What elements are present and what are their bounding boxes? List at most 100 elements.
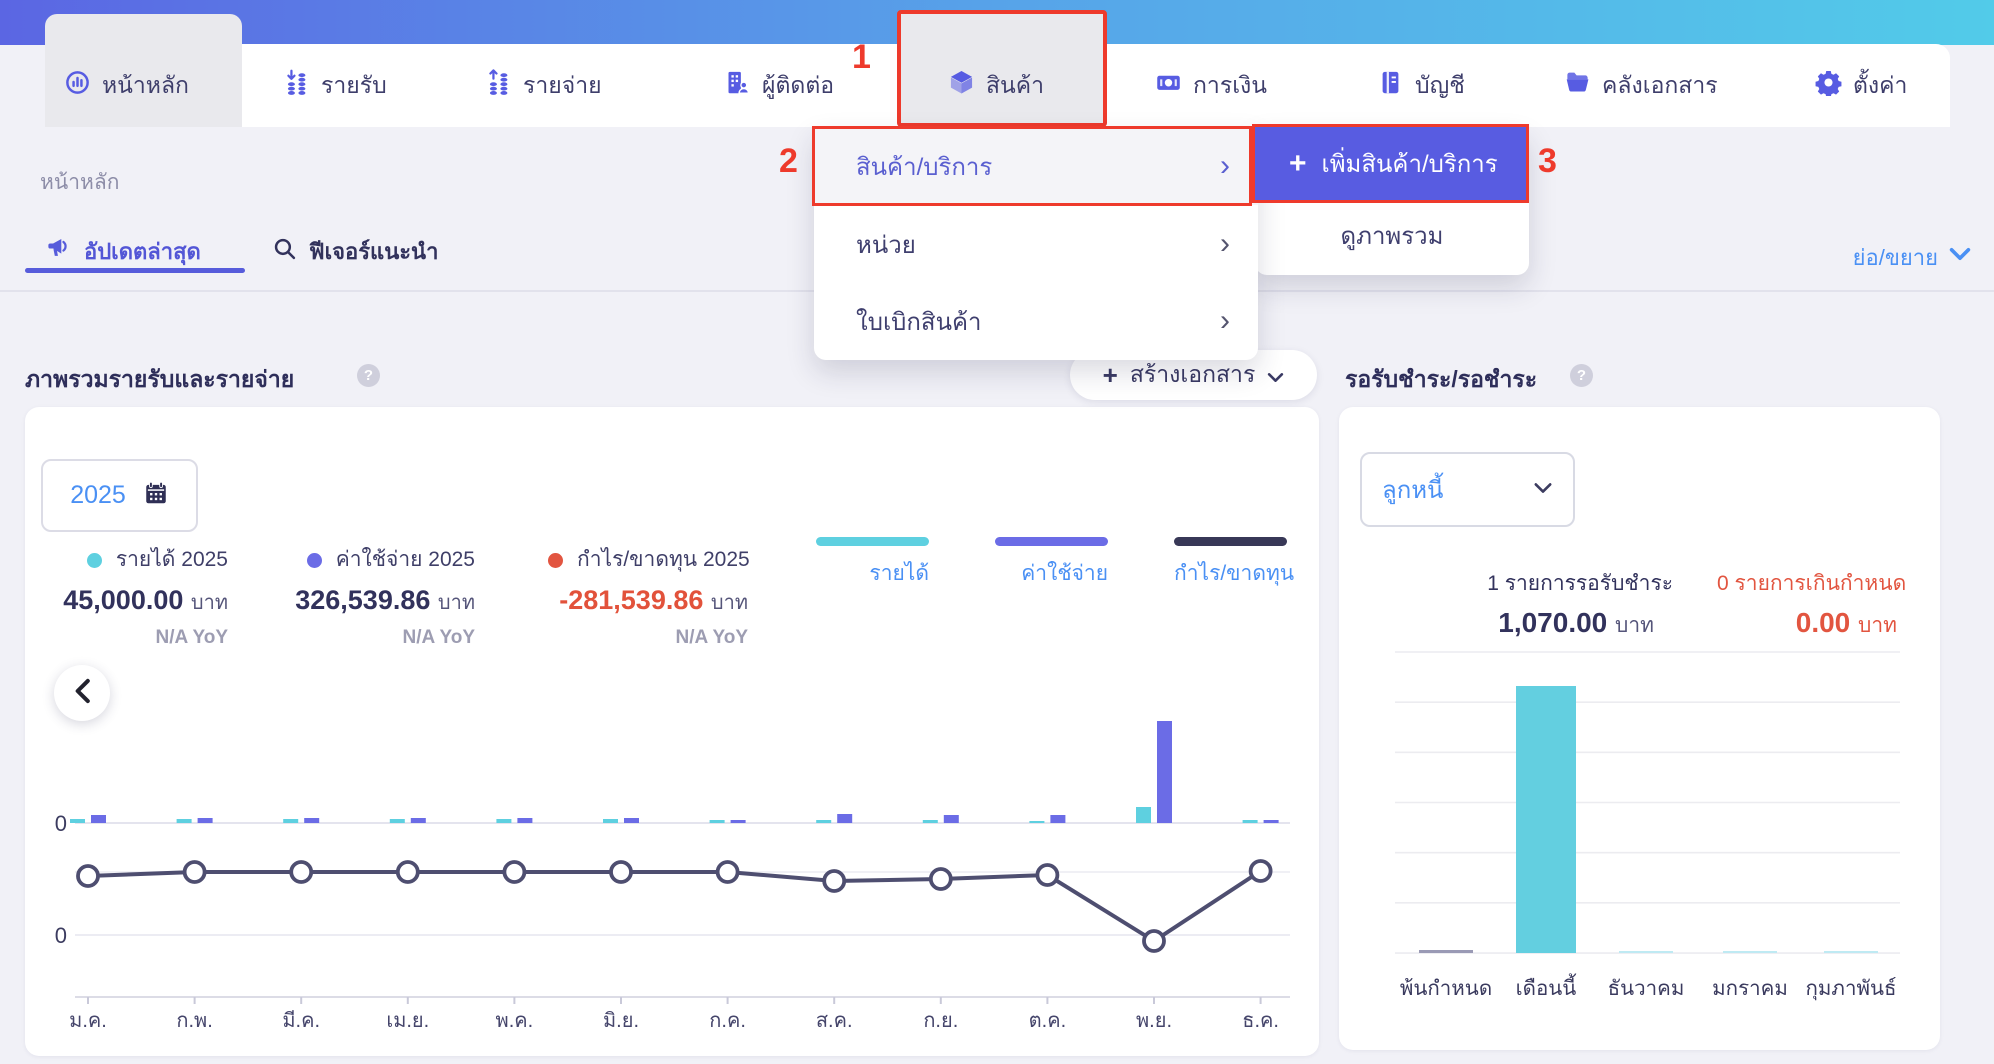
income-icon [283, 69, 310, 102]
products-icon [948, 69, 975, 102]
legend-label: รายได้ 2025 [115, 548, 228, 571]
legend-yoy: N/A YoY [155, 627, 229, 648]
svg-text:มกราคม: มกราคม [1712, 977, 1788, 1000]
nav-item-contacts[interactable]: ผู้ติดต่อ [724, 44, 864, 127]
overview-card: 0 0 ม.ค. ก.พ. มี.ค. เม.ย. พ.ค. มิ.ย. ก.ค. ส.ค. ก.ย… [25, 407, 1319, 1056]
contacts-icon [724, 69, 751, 102]
svg-text:ส.ค.: ส.ค. [816, 1010, 853, 1032]
settings-icon [1815, 69, 1842, 102]
svg-text:ก.พ.: ก.พ. [176, 1010, 212, 1032]
toggle-profit-loss-series[interactable]: กำไร/ขาดทุน [1174, 537, 1295, 590]
tab-label: อัปเดตล่าสุด [84, 239, 201, 264]
chevron-right-icon: › [1220, 304, 1230, 337]
legend-unit: บาท [190, 592, 228, 614]
dashboard-icon [64, 69, 91, 102]
nav-item-finance[interactable]: การเงิน [1155, 44, 1300, 127]
active-tab-underline [25, 268, 245, 273]
nav-label: บัญชี [1415, 71, 1465, 98]
svg-text:ธันวาคม: ธันวาคม [1608, 977, 1685, 1000]
view-overview-label: ดูภาพรวม [1340, 222, 1444, 250]
view-overview-menu-item[interactable]: ดูภาพรวม [1255, 200, 1529, 270]
expense-dot-icon [306, 553, 322, 568]
create-document-label: สร้างเอกสาร [1129, 361, 1256, 387]
income-dot-icon [86, 553, 102, 568]
previous-year-button[interactable] [54, 665, 110, 721]
debtor-filter-value: ลูกหนี้ [1382, 477, 1444, 504]
legend-expense: ค่าใช้จ่าย 2025 326,539.86 บาท N/A YoY [290, 543, 475, 649]
svg-text:ธ.ค.: ธ.ค. [1242, 1010, 1279, 1032]
legend-unit: บาท [710, 592, 748, 614]
annotation-step-1: 1 [852, 38, 871, 76]
svg-text:0: 0 [55, 923, 67, 948]
tab-recommended-features[interactable]: ฟีเจอร์แนะนำ [272, 234, 438, 269]
collapse-expand-link[interactable]: ย่อ/ขยาย [1760, 240, 1938, 275]
nav-item-accounting[interactable]: บัญชี [1377, 44, 1492, 127]
chevron-down-icon[interactable] [1948, 247, 1972, 266]
app-root: หน้าหลัก รายรับ รายจ่าย ผู้ติดต่อ 1 สินค… [0, 0, 1994, 1064]
debtor-filter-dropdown[interactable]: ลูกหนี้ [1360, 452, 1575, 527]
menu-item-units[interactable]: หน่วย › [814, 205, 1258, 283]
chevron-right-icon: › [1220, 227, 1230, 260]
svg-text:พ้นกำหนด: พ้นกำหนด [1400, 977, 1492, 1000]
nav-label: ตั้งค่า [1853, 71, 1908, 98]
pending-card: พ้นกำหนด เดือนนี้ ธันวาคม มกราคม กุมภาพันธ์ … [1339, 407, 1940, 1050]
plus-icon: + [1102, 360, 1118, 390]
toggle-expense-series[interactable]: ค่าใช้จ่าย [995, 537, 1108, 590]
tab-latest-updates[interactable]: อัปเดตล่าสุด [45, 234, 201, 269]
help-icon[interactable]: ? [1570, 364, 1593, 387]
legend-income: รายได้ 2025 45,000.00 บาท N/A YoY [45, 543, 228, 649]
svg-text:กุมภาพันธ์: กุมภาพันธ์ [1806, 977, 1897, 1001]
overdue-amount-value: 0.00 [1795, 607, 1851, 638]
toggle-label: กำไร/ขาดทุน [1174, 562, 1295, 585]
legend-value: 45,000.00 [63, 585, 184, 615]
menu-item-products-services[interactable]: สินค้า/บริการ › [814, 127, 1258, 205]
nav-item-products[interactable]: สินค้า [948, 44, 1083, 127]
svg-text:มี.ค.: มี.ค. [282, 1010, 320, 1032]
svg-text:พ.ค.: พ.ค. [496, 1010, 534, 1032]
receivable-amount-unit: บาท [1615, 614, 1654, 637]
chevron-down-icon [1533, 481, 1553, 499]
receivable-amount-value: 1,070.00 [1498, 607, 1608, 638]
megaphone-icon [45, 235, 72, 268]
overdue-amount: 0.00 บาท [1719, 607, 1897, 642]
svg-text:เดือนนี้: เดือนนี้ [1516, 973, 1577, 1000]
nav-item-settings[interactable]: ตั้งค่า [1815, 44, 1935, 127]
breadcrumb: หน้าหลัก [40, 171, 120, 194]
overdue-amount-unit: บาท [1858, 614, 1897, 637]
nav-label: รายจ่าย [523, 71, 602, 98]
nav-item-expense[interactable]: รายจ่าย [485, 44, 645, 127]
receivable-amount: 1,070.00 บาท [1399, 607, 1654, 642]
nav-label: สินค้า [986, 71, 1045, 98]
calendar-icon [143, 480, 169, 511]
svg-text:พ.ย.: พ.ย. [1136, 1010, 1172, 1032]
nav-label: คลังเอกสาร [1602, 71, 1718, 98]
nav-item-home[interactable]: หน้าหลัก [64, 44, 234, 127]
collapse-expand-label: ย่อ/ขยาย [1852, 245, 1938, 270]
chevron-left-icon [73, 678, 91, 709]
legend-label: กำไร/ขาดทุน 2025 [577, 548, 750, 571]
accounting-icon [1377, 69, 1404, 102]
add-product-service-label: เพิ่มสินค้า/บริการ [1321, 151, 1498, 178]
svg-text:ต.ค.: ต.ค. [1029, 1010, 1066, 1032]
svg-text:มิ.ย.: มิ.ย. [603, 1010, 639, 1032]
tab-label: ฟีเจอร์แนะนำ [309, 239, 439, 264]
help-icon[interactable]: ? [357, 364, 380, 387]
chevron-down-icon [1267, 362, 1284, 389]
nav-label: รายรับ [321, 71, 387, 98]
add-product-service-button[interactable]: + เพิ่มสินค้า/บริการ [1255, 127, 1526, 200]
year-value: 2025 [70, 481, 126, 509]
menu-item-goods-requisition[interactable]: ใบเบิกสินค้า › [814, 282, 1258, 360]
nav-label: ผู้ติดต่อ [762, 71, 835, 98]
svg-text:ม.ค.: ม.ค. [69, 1010, 107, 1032]
toggle-label: รายได้ [869, 562, 929, 585]
nav-item-income[interactable]: รายรับ [283, 44, 423, 127]
year-picker[interactable]: 2025 [41, 459, 198, 532]
svg-text:เม.ย.: เม.ย. [386, 1010, 429, 1032]
overview-section-title: ภาพรวมรายรับและรายจ่าย [25, 366, 295, 392]
toggle-income-series[interactable]: รายได้ [816, 537, 929, 590]
legend-unit: บาท [437, 592, 475, 614]
menu-item-label: สินค้า/บริการ [856, 153, 993, 181]
toggle-label: ค่าใช้จ่าย [1021, 562, 1108, 585]
expense-series-pill [995, 537, 1108, 546]
nav-item-documents[interactable]: คลังเอกสาร [1564, 44, 1739, 127]
